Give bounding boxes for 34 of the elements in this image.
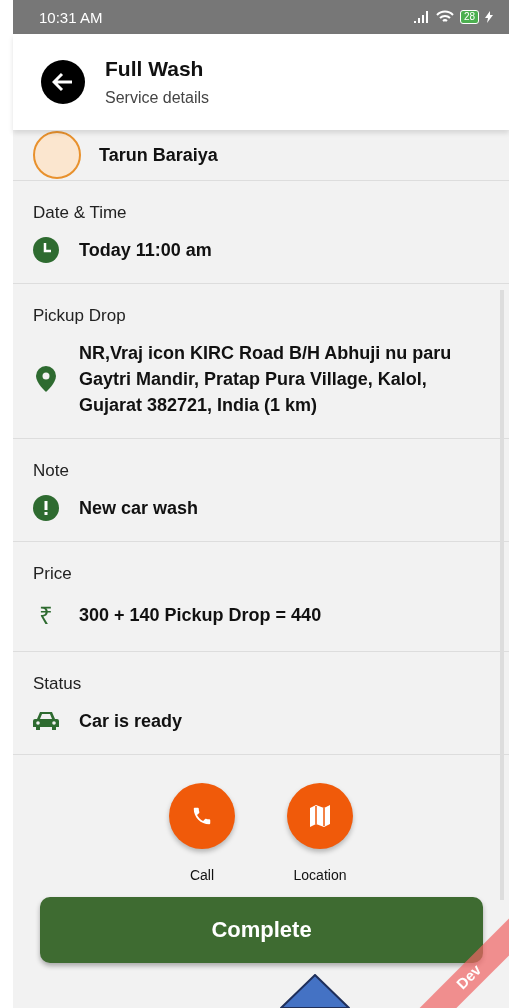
- section-label: Date & Time: [33, 203, 128, 223]
- charging-icon: [485, 11, 493, 23]
- page-subtitle: Service details: [105, 89, 210, 107]
- clock-icon: [33, 237, 59, 263]
- call-button[interactable]: [169, 783, 235, 849]
- exclamation-icon: [33, 495, 59, 521]
- car-icon: [33, 711, 59, 731]
- rupee-icon: ₹: [33, 598, 59, 631]
- section-value: New car wash: [79, 497, 199, 520]
- battery-indicator: 28: [459, 10, 479, 24]
- signal-icon: [413, 11, 430, 23]
- map-icon: [310, 805, 330, 827]
- section-label: Status: [33, 674, 83, 694]
- section-value: Car is ready: [79, 710, 183, 733]
- back-arrow-icon: [52, 72, 74, 92]
- section-value: Today 11:00 am: [79, 239, 212, 262]
- section-label: Note: [33, 461, 70, 481]
- avatar: [33, 131, 81, 179]
- location-pin-icon: [36, 366, 56, 392]
- section-label: Pickup Drop: [33, 306, 127, 326]
- back-button[interactable]: [41, 60, 85, 104]
- phone-icon: [191, 805, 213, 827]
- location-button[interactable]: [287, 783, 353, 849]
- status-time: 10:31 AM: [39, 8, 103, 26]
- action-label: Call: [189, 867, 215, 883]
- section-label: Price: [33, 564, 73, 584]
- page-title: Full Wash: [105, 57, 205, 81]
- action-label: Location: [293, 867, 347, 883]
- complete-button[interactable]: Complete: [40, 897, 483, 963]
- pointer-arrow-icon: [280, 974, 350, 1008]
- section-value: NR,Vraj icon KIRC Road B/H Abhuji nu paru Gaytri Mandir, Pratap Pura Village, Kalol, Gujarat 382721, India (1 km): [79, 342, 453, 417]
- section-value: 300 + 140 Pickup Drop = 440: [79, 603, 322, 627]
- customer-name: Tarun Baraiya: [99, 144, 218, 166]
- wifi-icon: [435, 10, 454, 24]
